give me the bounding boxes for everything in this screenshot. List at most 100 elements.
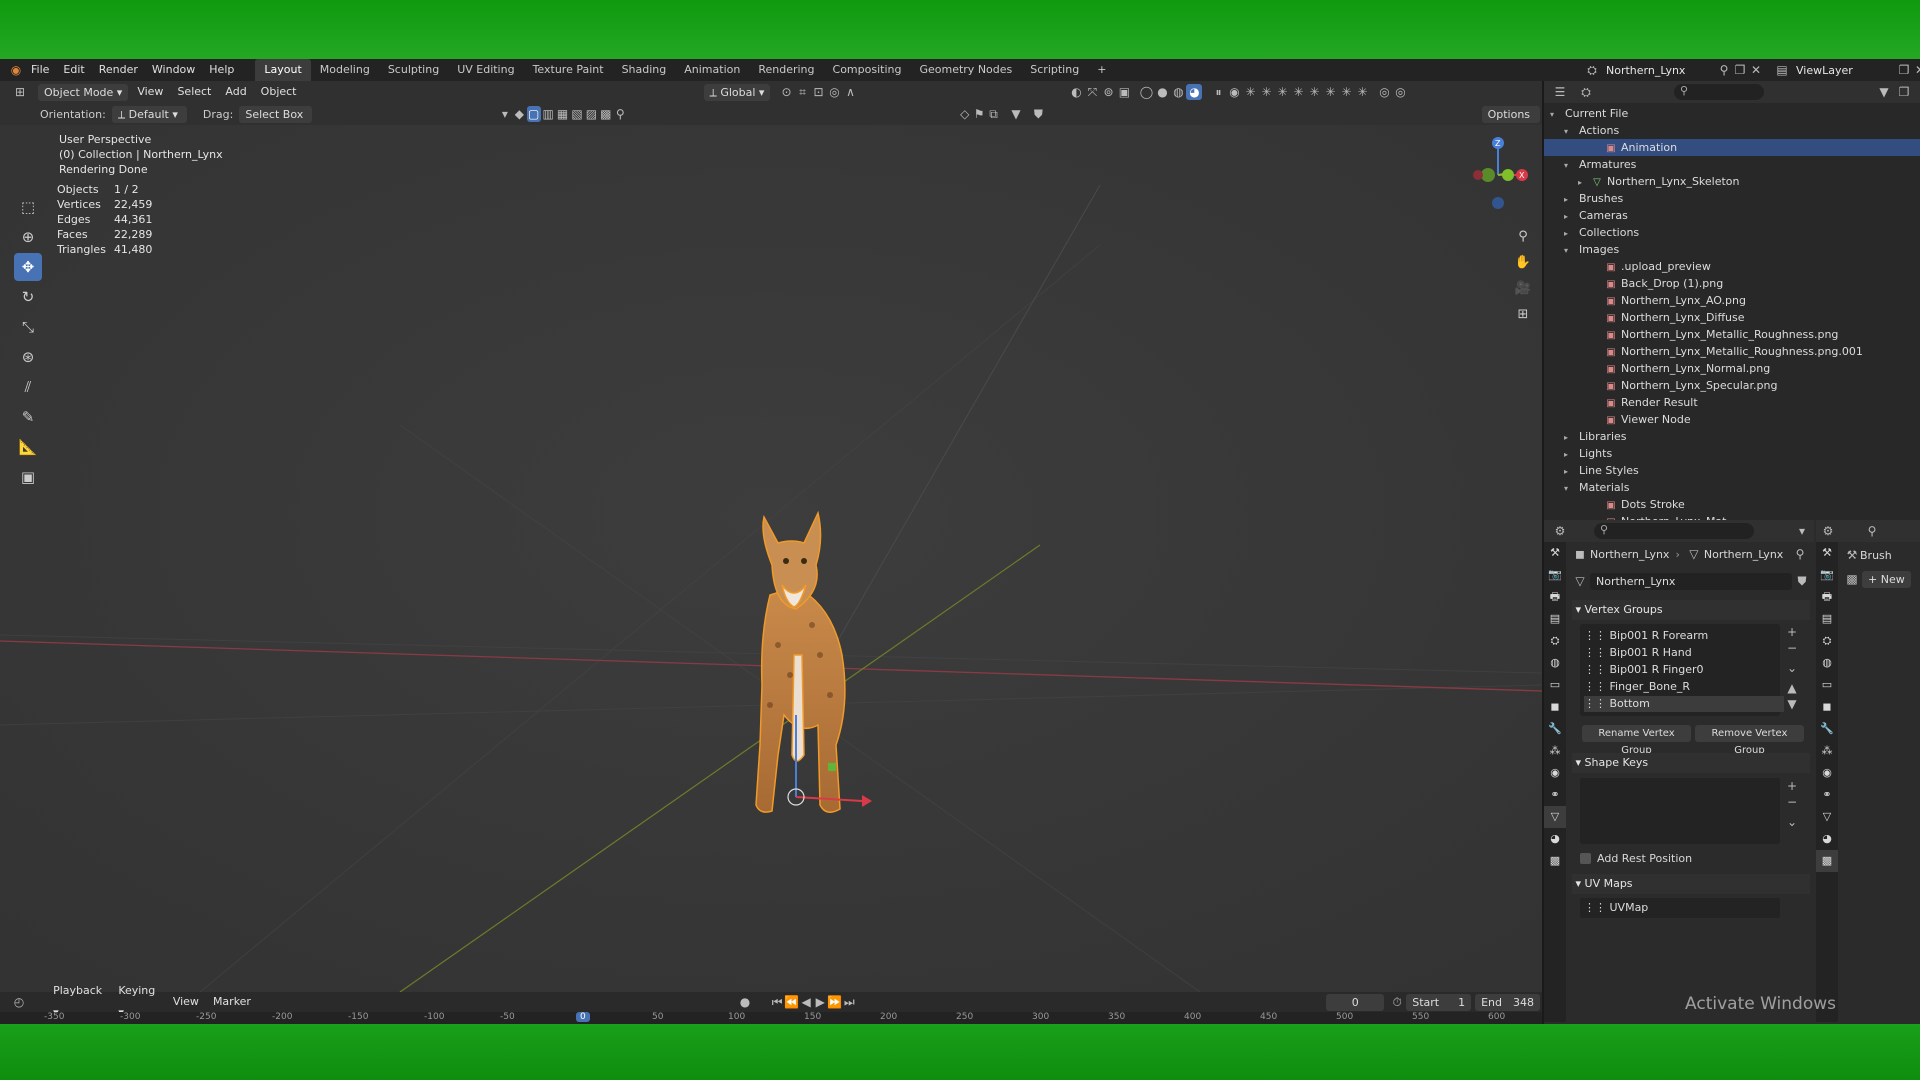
tab-texture-paint[interactable]: Texture Paint <box>524 59 613 81</box>
play-icon[interactable]: ▶ <box>813 994 827 1010</box>
tab-rendering[interactable]: Rendering <box>749 59 823 81</box>
tab-layout[interactable]: Layout <box>255 59 311 81</box>
select-mode-icon[interactable]: ▨ <box>584 106 598 122</box>
new-collection-icon[interactable]: ❐ <box>1896 84 1912 100</box>
palette-icon[interactable]: ◆ <box>512 106 526 122</box>
current-frame-field[interactable]: 0 <box>1326 993 1385 1011</box>
outliner-item[interactable]: ▸ Cameras <box>1544 207 1920 224</box>
pin-icon[interactable]: ⚲ <box>1792 546 1808 562</box>
texture-icon[interactable]: ▩ <box>1844 571 1860 587</box>
outliner-item[interactable]: ▣ Viewer Node <box>1544 411 1920 428</box>
search-icon[interactable]: ⚲ <box>1864 523 1880 539</box>
select-box-icon[interactable]: ▢ <box>526 106 541 122</box>
menu-add[interactable]: Add <box>218 81 253 103</box>
material-tab-icon[interactable]: ◕ <box>1544 828 1566 850</box>
outliner-item[interactable]: ▸ Brushes <box>1544 190 1920 207</box>
outliner-item[interactable]: ▾ Images <box>1544 241 1920 258</box>
constraints-tab-icon[interactable]: ⚭ <box>1544 784 1566 806</box>
pivot-icon[interactable]: ⊙ <box>778 84 794 100</box>
cursor-tool-icon[interactable]: ⊕ <box>14 223 42 251</box>
outliner-item[interactable]: ▣Northern_Lynx_Mat <box>1544 513 1920 520</box>
object-tab-icon[interactable]: ◼ <box>1816 696 1838 718</box>
chevron-right-icon[interactable]: ▸ <box>1564 429 1576 446</box>
list-item[interactable]: ⋮⋮ Bip001 R Hand <box>1584 645 1784 661</box>
outliner-item[interactable]: ▣ Back_Drop (1).png <box>1544 275 1920 292</box>
rename-vertex-group-button[interactable]: Rename Vertex Group <box>1582 724 1691 756</box>
outliner-root[interactable]: ▾ Current File <box>1544 105 1920 122</box>
menu-window[interactable]: Window <box>145 59 202 81</box>
select-tool-icon[interactable]: ⬚ <box>14 193 42 221</box>
pause-icon[interactable]: ⏸ <box>1210 84 1226 100</box>
menu-timeline-view[interactable]: View <box>166 991 206 1013</box>
chevron-down-icon[interactable]: ▾ <box>1564 480 1576 497</box>
outliner-item[interactable]: ▣ Northern_Lynx_Specular.png <box>1544 377 1920 394</box>
chevron-right-icon[interactable]: ▸ <box>1564 446 1576 463</box>
editor-type-icon[interactable]: ☰ <box>1552 84 1568 100</box>
outliner-item[interactable]: ▣ Animation <box>1544 139 1920 156</box>
chevron-right-icon[interactable]: ▸ <box>1564 191 1576 208</box>
outliner-item[interactable]: ▾ Actions <box>1544 122 1920 139</box>
tab-uv-editing[interactable]: UV Editing <box>448 59 523 81</box>
scene-icon[interactable]: ⛭ <box>1584 62 1600 78</box>
mesh-data-tab-icon[interactable]: ▽ <box>1544 806 1566 828</box>
playhead[interactable]: 0 <box>576 1012 590 1022</box>
list-item[interactable]: ⋮⋮ Finger_Bone_R <box>1584 679 1784 695</box>
orientation-dropdown[interactable]: ⟂ Default ▾ <box>111 105 187 123</box>
menu-render[interactable]: Render <box>92 59 145 81</box>
search-icon[interactable]: ⚲ <box>613 106 627 122</box>
light-icon[interactable]: ✳ <box>1322 84 1338 100</box>
jump-start-icon[interactable]: ⏮ <box>770 994 784 1010</box>
rotate-tool-icon[interactable]: ↻ <box>14 283 42 311</box>
wireframe-shading-icon[interactable]: ◯ <box>1138 84 1154 100</box>
chevron-down-icon[interactable]: ▾ <box>1564 242 1576 259</box>
scene-tab-icon[interactable]: ⛭ <box>1816 630 1838 652</box>
tab-scripting[interactable]: Scripting <box>1021 59 1088 81</box>
grid-icon[interactable]: ⊞ <box>1512 303 1534 327</box>
add-workspace-button[interactable]: + <box>1088 59 1115 81</box>
scene-name-field[interactable]: Northern_Lynx <box>1606 64 1716 77</box>
outliner-item[interactable]: ▣ Northern_Lynx_AO.png <box>1544 292 1920 309</box>
3d-viewport[interactable]: User Perspective (0) Collection | Northe… <box>0 125 1542 992</box>
light-icon[interactable]: ✳ <box>1306 84 1322 100</box>
render-toggle-icon[interactable]: ◎ <box>1376 84 1392 100</box>
delete-scene-icon[interactable]: ✕ <box>1748 62 1764 78</box>
scale-tool-icon[interactable]: ⤡ <box>14 313 42 341</box>
render-tab-icon[interactable]: 📷 <box>1544 564 1566 586</box>
outliner-item[interactable]: ▣ .upload_preview <box>1544 258 1920 275</box>
physics-tab-icon[interactable]: ◉ <box>1816 762 1838 784</box>
view-layer-icon[interactable]: ▤ <box>1774 62 1790 78</box>
outliner-item[interactable]: ▸ Lights <box>1544 445 1920 462</box>
object-tab-icon[interactable]: ◼ <box>1544 696 1566 718</box>
tool-tab-icon[interactable]: ⚒ <box>1816 542 1838 564</box>
chevron-right-icon[interactable]: ▸ <box>1578 174 1590 191</box>
next-keyframe-icon[interactable]: ⏩ <box>827 994 842 1010</box>
outliner-item[interactable]: ▸ Line Styles <box>1544 462 1920 479</box>
options-dropdown[interactable]: Options ▾ <box>1481 105 1540 138</box>
add-icon[interactable]: + <box>1784 778 1800 794</box>
timeline-ruler[interactable]: -350 -300 -250 -200 -150 -100 -50 0 50 100 150 200 2… <box>0 1012 1542 1024</box>
tab-compositing[interactable]: Compositing <box>824 59 911 81</box>
menu-select[interactable]: Select <box>170 81 218 103</box>
light-icon[interactable]: ✳ <box>1354 84 1370 100</box>
view-layer-tab-icon[interactable]: ▤ <box>1544 608 1566 630</box>
menu-marker[interactable]: Marker <box>206 991 258 1013</box>
remove-vertex-group-button[interactable]: Remove Vertex Group <box>1695 724 1804 756</box>
start-frame-field[interactable]: Start 1 <box>1406 993 1472 1011</box>
record-icon[interactable]: ● <box>738 994 752 1010</box>
blender-logo-icon[interactable]: ◉ <box>8 62 24 78</box>
move-up-icon[interactable]: ▲ <box>1784 680 1800 696</box>
funnel-icon[interactable]: ▼ <box>1009 106 1023 122</box>
output-tab-icon[interactable]: 🖶 <box>1544 586 1566 608</box>
tool-tab-icon[interactable]: ⚒ <box>1544 542 1566 564</box>
mesh-icon[interactable]: ▽ <box>1572 573 1588 589</box>
outliner-item[interactable]: ▣ Northern_Lynx_Metallic_Roughness.png <box>1544 326 1920 343</box>
menu-help[interactable]: Help <box>202 59 241 81</box>
transform-tool-icon[interactable]: ⊛ <box>14 343 42 371</box>
new-texture-button[interactable]: + New <box>1862 570 1911 588</box>
output-tab-icon[interactable]: 🖶 <box>1816 586 1838 608</box>
material-tab-icon[interactable]: ◕ <box>1816 828 1838 850</box>
select-mode-icon[interactable]: ▥ <box>541 106 555 122</box>
pin-icon[interactable]: ⚲ <box>1716 62 1732 78</box>
lynx-model[interactable] <box>700 505 900 825</box>
texture-tab-icon[interactable]: ▩ <box>1816 850 1838 872</box>
